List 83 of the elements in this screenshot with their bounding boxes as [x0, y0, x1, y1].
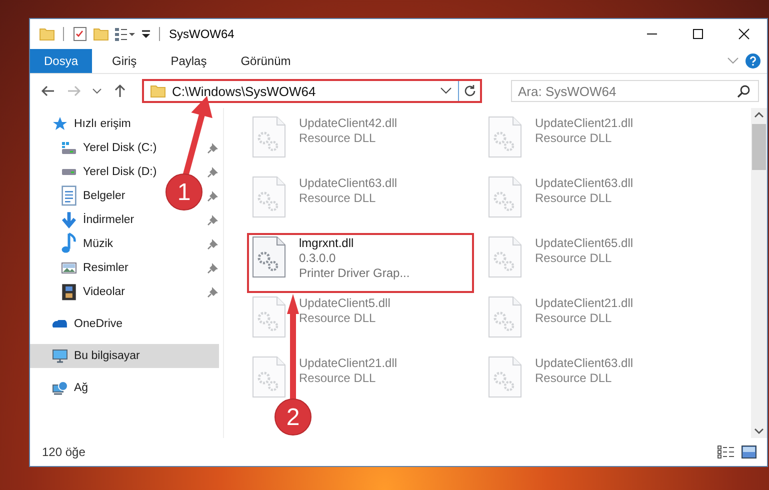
sidebar-item[interactable]: Belgeler [30, 184, 128, 208]
sidebar-item[interactable]: Videolar [30, 280, 127, 304]
sidebar-item[interactable]: İndirmeler [30, 208, 136, 232]
sidebar-item[interactable]: Bu bilgisayar [30, 344, 219, 368]
file-name[interactable]: UpdateClient63.dll [535, 176, 634, 190]
sidebar-item[interactable]: Yerel Disk (C:) [30, 136, 159, 160]
file-name[interactable]: UpdateClient65.dll [535, 236, 634, 250]
drive-icon [61, 141, 77, 155]
file-detail: Resource DLL [535, 191, 612, 205]
file-name[interactable]: UpdateClient21.dll [299, 356, 398, 370]
pin-icon[interactable] [207, 286, 219, 298]
checklist-icon[interactable] [72, 26, 88, 42]
file-name[interactable]: UpdateClient42.dll [299, 116, 398, 130]
maximize-icon [692, 28, 704, 40]
music-note-icon [61, 232, 77, 256]
ribbon-tab[interactable]: Giriş [98, 49, 151, 73]
help-icon[interactable] [745, 53, 761, 69]
chevron-down-icon[interactable] [754, 428, 764, 434]
forward-arrow-icon[interactable] [66, 83, 82, 99]
file-detail: Resource DLL [299, 311, 376, 325]
download-arrow-icon [61, 210, 77, 230]
sidebar-item[interactable]: Ağ [30, 376, 90, 400]
sidebar-item[interactable]: OneDrive [30, 312, 125, 336]
ribbon-tab[interactable]: Dosya [30, 49, 92, 73]
file-detail: Resource DLL [535, 131, 612, 145]
search-icon[interactable] [737, 84, 751, 98]
caret-icon[interactable] [141, 29, 151, 39]
file-name[interactable]: UpdateClient21.dll [535, 296, 634, 310]
item-count: 120 öğe [42, 445, 86, 459]
star-icon [52, 116, 68, 132]
sidebar-item[interactable]: Resimler [30, 256, 130, 280]
step-number: 1 [177, 179, 191, 206]
pin-icon[interactable] [207, 142, 219, 154]
pin-icon[interactable] [207, 238, 219, 250]
picture-icon [61, 262, 77, 274]
list-view-icon[interactable] [114, 26, 136, 42]
back-arrow-icon[interactable] [40, 83, 56, 99]
network-icon [52, 380, 68, 396]
file-name[interactable]: UpdateClient5.dll [299, 296, 390, 310]
file-detail: Resource DLL [299, 191, 376, 205]
file-detail: Resource DLL [299, 371, 376, 385]
file-detail: Resource DLL [535, 311, 612, 325]
folder-icon[interactable] [93, 28, 109, 40]
chevron-down-icon[interactable] [92, 87, 102, 95]
file-detail: Printer Driver Grap... [299, 266, 410, 280]
ribbon-tab[interactable]: Görünüm [226, 49, 305, 73]
file-detail: Resource DLL [299, 131, 376, 145]
folder-icon[interactable] [39, 28, 55, 40]
details-view-icon[interactable] [717, 445, 735, 459]
chevron-down-icon[interactable] [440, 87, 452, 95]
cloud-icon [52, 320, 68, 328]
monitor-icon [52, 348, 68, 364]
pin-icon[interactable] [207, 166, 219, 178]
gear-file-icon[interactable] [252, 236, 286, 278]
scrollbar[interactable] [751, 108, 767, 438]
sidebar-item[interactable]: Müzik [30, 232, 116, 256]
folder-icon [150, 84, 166, 98]
pin-icon[interactable] [207, 190, 219, 202]
file-detail: Resource DLL [535, 251, 612, 265]
window-title: SysWOW64 [169, 27, 234, 41]
file-name[interactable]: UpdateClient63.dll [299, 176, 398, 190]
file-name[interactable]: UpdateClient21.dll [535, 116, 634, 130]
sidebar-item[interactable]: Hızlı erişim [30, 112, 133, 136]
file-detail: Resource DLL [535, 371, 612, 385]
address-field[interactable]: C:\Windows\SysWOW64 [142, 79, 482, 103]
search-field[interactable]: Ara: SysWOW64 [511, 80, 759, 102]
refresh-icon [462, 84, 476, 98]
sidebar-item[interactable]: Yerel Disk (D:) [30, 160, 159, 184]
drive-icon [61, 168, 77, 176]
file-name[interactable]: UpdateClient63.dll [535, 356, 634, 370]
file-name[interactable]: lmgrxnt.dll [299, 236, 354, 250]
file-detail: 0.3.0.0 [299, 251, 336, 265]
film-icon [61, 282, 77, 302]
pin-icon[interactable] [207, 262, 219, 274]
chevron-up-icon[interactable] [754, 112, 764, 118]
up-arrow-icon[interactable] [112, 83, 128, 99]
close-icon [738, 28, 750, 40]
document-icon [61, 185, 77, 207]
scroll-thumb[interactable] [752, 124, 766, 170]
tiles-view-icon[interactable] [741, 445, 757, 459]
pin-icon[interactable] [207, 214, 219, 226]
step-number: 2 [286, 404, 300, 431]
ribbon-tab[interactable]: Paylaş [156, 49, 221, 73]
